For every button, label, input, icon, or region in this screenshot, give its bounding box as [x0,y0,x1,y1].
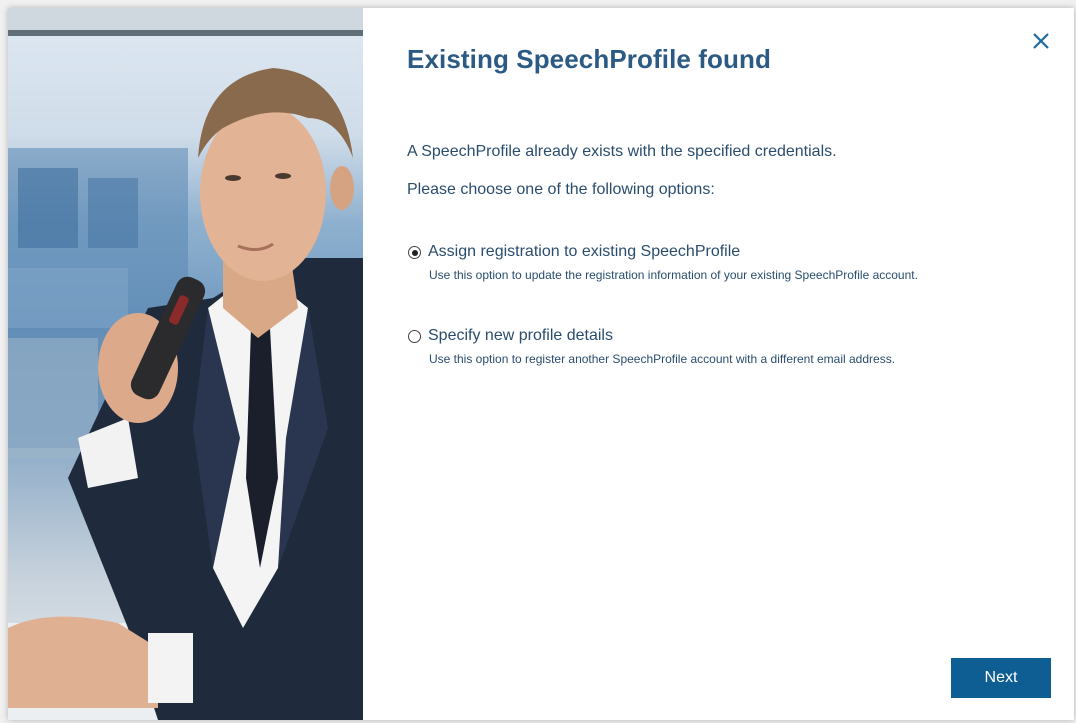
hero-photo [8,8,363,720]
dialog-content: Existing SpeechProfile found A SpeechPro… [363,8,1074,720]
option-assign-existing-label[interactable]: Assign registration to existing SpeechPr… [428,243,740,261]
option-assign-existing-description: Use this option to update the registrati… [429,268,918,282]
message-choose-option: Please choose one of the following optio… [407,181,715,198]
option-new-profile-label[interactable]: Specify new profile details [428,327,613,345]
dialog-window: Existing SpeechProfile found A SpeechPro… [8,8,1074,720]
message-existing-profile: A SpeechProfile already exists with the … [407,143,837,160]
radio-assign-existing[interactable] [408,246,421,259]
radio-new-profile[interactable] [408,330,421,343]
option-new-profile-description: Use this option to register another Spee… [429,352,896,366]
dialog-title: Existing SpeechProfile found [407,44,771,74]
close-button[interactable] [1030,30,1052,52]
next-button[interactable]: Next [951,658,1051,698]
close-icon [1033,33,1049,49]
man-with-dictation-microphone-image [8,8,363,720]
